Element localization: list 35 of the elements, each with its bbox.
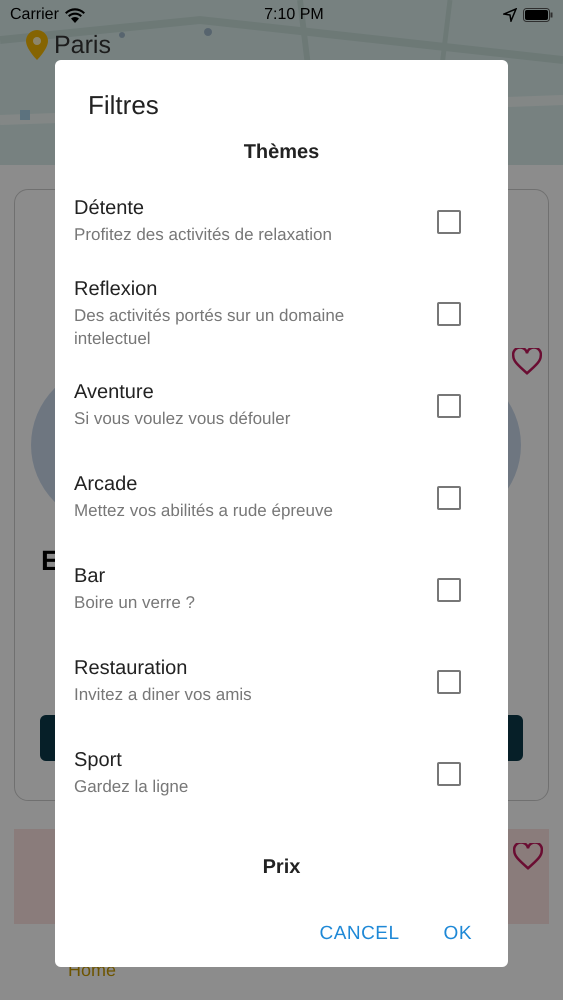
section-heading: Thèmes — [242, 141, 320, 164]
theme-title: Aventure — [74, 381, 155, 404]
theme-description: Profitez des activités de relaxation — [74, 224, 332, 246]
checkbox[interactable] — [437, 762, 461, 786]
location-arrow-icon — [502, 8, 517, 22]
theme-description: Gardez la ligne — [74, 776, 188, 798]
dialog-title: Filtres — [88, 90, 160, 121]
theme-title: Reflexion — [74, 278, 158, 301]
cancel-button[interactable]: CANCEL — [311, 915, 408, 953]
battery-icon — [522, 8, 553, 22]
checkbox[interactable] — [437, 486, 461, 510]
heart-icon[interactable] — [512, 348, 542, 376]
section-heading: Prix — [262, 856, 302, 879]
theme-description: Des activités portés sur un domaine intelectuel — [74, 304, 346, 350]
checkbox[interactable] — [437, 302, 461, 326]
ok-button[interactable]: OK — [436, 915, 480, 953]
city-name: Paris — [54, 31, 111, 59]
wifi-icon — [64, 8, 85, 22]
theme-description: Si vous voulez vous défouler — [74, 408, 290, 430]
theme-title: Restauration — [74, 657, 188, 680]
checkbox[interactable] — [437, 578, 461, 602]
checkbox[interactable] — [437, 670, 461, 694]
location-pin-icon — [26, 30, 48, 60]
theme-title: Arcade — [74, 473, 138, 496]
heart-icon[interactable] — [513, 843, 543, 871]
theme-title: Détente — [74, 197, 146, 220]
theme-description: Boire un verre ? — [74, 592, 195, 614]
checkbox[interactable] — [437, 394, 461, 418]
carrier-label: Carrier — [10, 6, 59, 24]
theme-title: Sport — [74, 749, 123, 772]
theme-title: Bar — [74, 565, 106, 588]
theme-description: Invitez a diner vos amis — [74, 684, 252, 706]
checkbox[interactable] — [437, 210, 461, 234]
status-time: 7:10 PM — [264, 6, 324, 24]
theme-description: Mettez vos abilités a rude épreuve — [74, 500, 333, 522]
